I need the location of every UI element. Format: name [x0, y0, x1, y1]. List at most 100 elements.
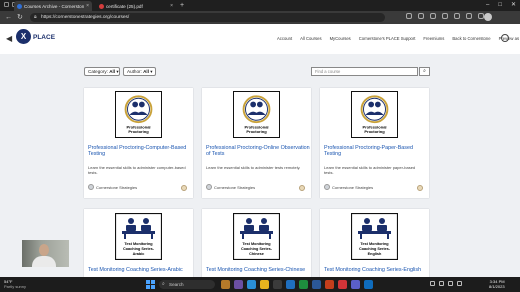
address-bar[interactable]: 🔒︎ https://cornerstonestrategies.org/cou… — [30, 13, 385, 22]
svg-text:Coaching Series-: Coaching Series- — [241, 247, 273, 251]
nav-my-courses[interactable]: MyCourses — [330, 36, 351, 41]
weather-widget[interactable]: 54°F Partly sunny — [4, 279, 26, 289]
course-thumbnail[interactable]: Test Monitoring Coaching Series- Chinese — [233, 213, 280, 260]
outlook-icon[interactable] — [364, 280, 373, 289]
new-tab-button[interactable]: + — [180, 1, 184, 10]
course-title[interactable]: Professional Proctoring-Paper-Based Test… — [324, 145, 428, 158]
url-text: https://cornerstonestrategies.org/course… — [41, 15, 130, 20]
edge-icon[interactable] — [286, 280, 295, 289]
person-body — [32, 256, 56, 267]
windows-taskbar: 54°F Partly sunny ⌕ Search 3:34 PM 8/1/2… — [0, 277, 520, 292]
close-tab-icon[interactable]: × — [86, 3, 89, 9]
close-window-button[interactable]: ✕ — [511, 1, 516, 10]
course-badge-icon — [417, 185, 423, 191]
nav-freemiums[interactable]: Freemiums — [423, 36, 444, 41]
logo-text[interactable]: PLACE — [33, 34, 55, 41]
file-explorer-icon[interactable] — [260, 280, 269, 289]
extensions-icon[interactable] — [442, 13, 448, 19]
course-card[interactable]: Professional Proctoring Professional Pro… — [84, 88, 193, 198]
course-card[interactable]: Test Monitoring Coaching Series- Chinese… — [202, 209, 311, 277]
course-card[interactable]: Test Monitoring Coaching Series- English… — [320, 209, 429, 277]
start-button-icon[interactable] — [146, 280, 155, 289]
taskbar-clock[interactable]: 3:34 PM 8/1/2023 — [489, 279, 505, 289]
volume-icon[interactable] — [448, 281, 453, 286]
wifi-icon[interactable] — [439, 281, 444, 286]
course-thumbnail[interactable]: Test Monitoring Coaching Series- Arabic — [115, 213, 162, 260]
app-icon[interactable] — [221, 280, 230, 289]
browser-tab-certificate[interactable]: certificate (25).pdf × — [96, 1, 176, 11]
app-icon[interactable] — [338, 280, 347, 289]
nav-account[interactable]: Account — [277, 36, 292, 41]
course-badge-icon — [181, 185, 187, 191]
course-title[interactable]: Professional Proctoring-Online Observati… — [206, 145, 310, 158]
course-thumbnail[interactable]: Professional Proctoring — [233, 91, 280, 138]
reload-icon[interactable]: ↻ — [17, 13, 23, 22]
svg-text:Test Monitoring: Test Monitoring — [242, 242, 271, 246]
course-description: Learn the essential skills to administer… — [324, 165, 416, 176]
pdf-favicon-icon — [99, 3, 104, 9]
person-head — [39, 244, 49, 256]
course-author: Cornerstone Strategies — [324, 184, 373, 190]
lock-icon: 🔒︎ — [34, 14, 37, 20]
nav-all-courses[interactable]: All Courses — [300, 36, 321, 41]
chevron-down-icon: ▾ — [116, 69, 119, 74]
svg-text:Coaching Series-: Coaching Series- — [359, 247, 391, 251]
app-icon[interactable] — [234, 280, 243, 289]
close-tab-icon[interactable]: × — [170, 3, 173, 9]
app-icon[interactable] — [247, 280, 256, 289]
battery-icon[interactable] — [457, 281, 462, 286]
chevron-down-icon: ▾ — [150, 69, 153, 74]
test-monitoring-logo-icon: Test Monitoring Coaching Series- Chinese — [233, 213, 280, 260]
tray-chevron-icon[interactable] — [430, 281, 435, 286]
svg-text:Test Monitoring: Test Monitoring — [360, 242, 389, 246]
powerpoint-icon[interactable] — [325, 280, 334, 289]
browser-essentials-icon[interactable] — [466, 13, 472, 19]
author-avatar — [324, 184, 330, 190]
author-avatar — [88, 184, 94, 190]
course-title[interactable]: Test Monitoring Coaching Series-Chinese — [206, 267, 310, 273]
course-title[interactable]: Professional Proctoring-Computer-Based T… — [88, 145, 192, 158]
svg-text:Proctoring: Proctoring — [128, 129, 149, 134]
nav-back-to-cornerstone[interactable]: Back to Cornerstone — [452, 36, 490, 41]
svg-text:Proctoring: Proctoring — [246, 129, 267, 134]
course-author: Cornerstone Strategies — [88, 184, 137, 190]
read-aloud-icon[interactable] — [406, 13, 412, 19]
course-author: Cornerstone Strategies — [206, 184, 255, 190]
course-title[interactable]: Test Monitoring Coaching Series-English — [324, 267, 428, 273]
svg-text:Test Monitoring: Test Monitoring — [124, 242, 153, 246]
back-icon[interactable]: ← — [5, 13, 12, 22]
course-thumbnail[interactable]: Test Monitoring Coaching Series- English — [351, 213, 398, 260]
nav-place-support[interactable]: Cornerstone's PLACE Support — [359, 36, 416, 41]
author-filter[interactable]: Author: All ▾ — [123, 67, 156, 76]
course-thumbnail[interactable]: Professional Proctoring — [351, 91, 398, 138]
browser-extension-icons — [406, 13, 484, 19]
svg-text:Coaching Series-: Coaching Series- — [123, 247, 155, 251]
course-title[interactable]: Test Monitoring Coaching Series-Arabic — [88, 267, 192, 273]
teams-icon[interactable] — [351, 280, 360, 289]
category-filter[interactable]: Category: All ▾ — [84, 67, 120, 76]
profile-avatar-icon[interactable] — [484, 13, 492, 21]
site-back-icon[interactable]: ◀ — [6, 34, 12, 43]
minimize-button[interactable]: – — [486, 1, 489, 10]
zoom-icon[interactable] — [418, 13, 424, 19]
course-card[interactable]: Test Monitoring Coaching Series- Arabic … — [84, 209, 193, 277]
maximize-button[interactable]: □ — [498, 1, 502, 10]
place-logo-icon[interactable]: X — [16, 29, 31, 44]
user-account-icon[interactable] — [501, 34, 509, 42]
window-controls: – □ ✕ — [486, 1, 516, 10]
favorites-icon[interactable] — [430, 13, 436, 19]
proctoring-logo-icon: Professional Proctoring — [124, 95, 153, 134]
taskbar-search[interactable]: ⌕ Search — [159, 280, 215, 289]
search-button[interactable]: ⌕ — [419, 67, 430, 76]
word-icon[interactable] — [312, 280, 321, 289]
browser-tab-courses[interactable]: Courses Archive - Cornerstone S × — [14, 1, 92, 11]
svg-text:Proctoring: Proctoring — [364, 129, 385, 134]
browser-tab-strip: Courses Archive - Cornerstone S × certif… — [0, 0, 520, 11]
course-thumbnail[interactable]: Professional Proctoring — [115, 91, 162, 138]
collections-icon[interactable] — [454, 13, 460, 19]
course-search-input[interactable]: Find a course — [311, 67, 418, 76]
excel-icon[interactable] — [299, 280, 308, 289]
course-card[interactable]: Professional Proctoring Professional Pro… — [202, 88, 311, 198]
app-icon[interactable] — [273, 280, 282, 289]
course-card[interactable]: Professional Proctoring Professional Pro… — [320, 88, 429, 198]
